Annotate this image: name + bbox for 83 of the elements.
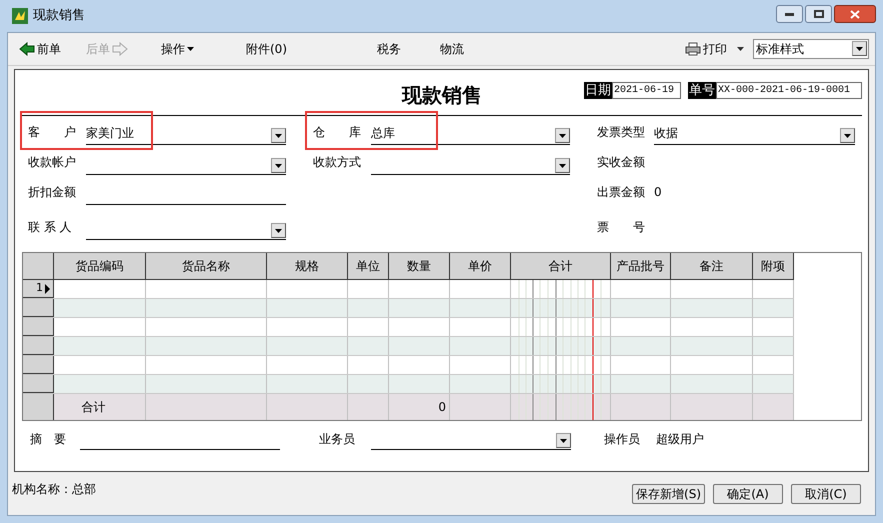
minimize-button[interactable] [776, 5, 803, 23]
dropdown-button[interactable] [555, 128, 570, 143]
field-label: 联 系 人 [28, 219, 73, 236]
caret-icon [187, 47, 194, 51]
print-button[interactable]: 打印 [685, 40, 727, 58]
current-row-icon [45, 284, 50, 294]
dropdown-button[interactable] [271, 158, 286, 173]
dropdown-button[interactable] [840, 128, 855, 143]
column-header[interactable]: 单价 [450, 253, 511, 279]
number-label: 单号 [688, 82, 716, 99]
column-header[interactable]: 产品批号 [611, 253, 671, 279]
caret-icon [844, 134, 851, 138]
minimize-icon [785, 12, 794, 16]
organization-name: 机构名称：总部 [12, 481, 96, 498]
field-label: 票 号 [597, 219, 646, 236]
column-header[interactable]: 货品名称 [146, 253, 267, 279]
row-header[interactable] [23, 299, 54, 317]
column-header[interactable]: 单位 [348, 253, 389, 279]
date-label: 日期 [584, 82, 612, 99]
window-title: 现款销售 [33, 7, 85, 26]
printer-icon [685, 42, 701, 56]
field-label: 折扣金额 [28, 184, 77, 201]
dropdown-button[interactable] [556, 433, 571, 448]
close-button[interactable] [834, 5, 876, 23]
row-header[interactable] [23, 318, 54, 336]
caret-icon [560, 438, 567, 442]
field-label: 操作员 [604, 431, 641, 448]
app-logo-icon [12, 8, 28, 24]
date-field[interactable]: 2021-06-19 [612, 82, 681, 99]
row-header[interactable]: 1 [23, 280, 54, 298]
dialog-button[interactable]: 确定(A) [713, 484, 783, 504]
dropdown-field[interactable]: 总库 [371, 123, 570, 145]
dropdown-button[interactable] [271, 128, 286, 143]
total-cell: 合计 [54, 394, 146, 420]
column-header[interactable]: 数量 [389, 253, 450, 279]
toolbar-button[interactable]: 物流 [440, 40, 464, 58]
field-label: 摘 要 [30, 431, 67, 448]
column-header[interactable]: 货品编码 [54, 253, 146, 279]
row-header[interactable] [23, 356, 54, 374]
style-select[interactable]: 标准样式 [753, 39, 869, 59]
close-icon [850, 10, 860, 18]
field-label: 实收金额 [597, 154, 646, 171]
maximize-icon [814, 10, 824, 18]
dialog-button[interactable]: 取消(C) [791, 484, 861, 504]
column-header[interactable]: 备注 [671, 253, 753, 279]
caret-icon [856, 46, 863, 50]
field-label: 收款方式 [313, 154, 362, 171]
toolbar-button[interactable]: 附件(0) [246, 40, 287, 58]
caret-icon [275, 164, 282, 168]
field-value: 超级用户 [656, 431, 704, 448]
field-label: 仓 库 [313, 124, 362, 141]
dropdown-field[interactable] [371, 430, 571, 450]
left-arrow-icon [19, 42, 35, 56]
field-label: 收款帐户 [28, 154, 77, 171]
field-value: 0 [654, 184, 662, 201]
field-label: 出票金额 [597, 184, 646, 201]
dropdown-button[interactable] [555, 158, 570, 173]
caret-icon [275, 134, 282, 138]
caret-icon [559, 134, 566, 138]
dropdown-field[interactable]: 收据 [654, 123, 855, 145]
form-title: 现款销售 [402, 82, 482, 109]
dropdown-field[interactable]: 家美门业 [86, 123, 286, 145]
column-header[interactable]: 附项 [753, 253, 794, 279]
total-cell: 0 [389, 394, 450, 420]
field-label: 发票类型 [597, 124, 646, 141]
dropdown-button[interactable] [271, 223, 286, 238]
row-header[interactable] [23, 375, 54, 393]
dialog-button[interactable]: 保存新增(S) [632, 484, 705, 504]
row-header[interactable] [23, 337, 54, 355]
column-header[interactable]: 合计 [511, 253, 611, 279]
column-header[interactable]: 规格 [267, 253, 348, 279]
number-field[interactable]: XX-000-2021-06-19-0001 [716, 82, 862, 99]
right-arrow-icon [112, 42, 128, 56]
field-label: 客 户 [28, 124, 77, 141]
caret-icon[interactable] [737, 47, 744, 51]
maximize-button[interactable] [805, 5, 832, 23]
caret-icon [275, 228, 282, 232]
dropdown-button[interactable] [852, 41, 867, 56]
caret-icon [559, 164, 566, 168]
toolbar-button[interactable]: 前单 [19, 40, 61, 58]
field-label: 业务员 [319, 431, 356, 448]
toolbar-button[interactable]: 操作 [161, 40, 194, 58]
toolbar-button[interactable]: 税务 [377, 40, 401, 58]
